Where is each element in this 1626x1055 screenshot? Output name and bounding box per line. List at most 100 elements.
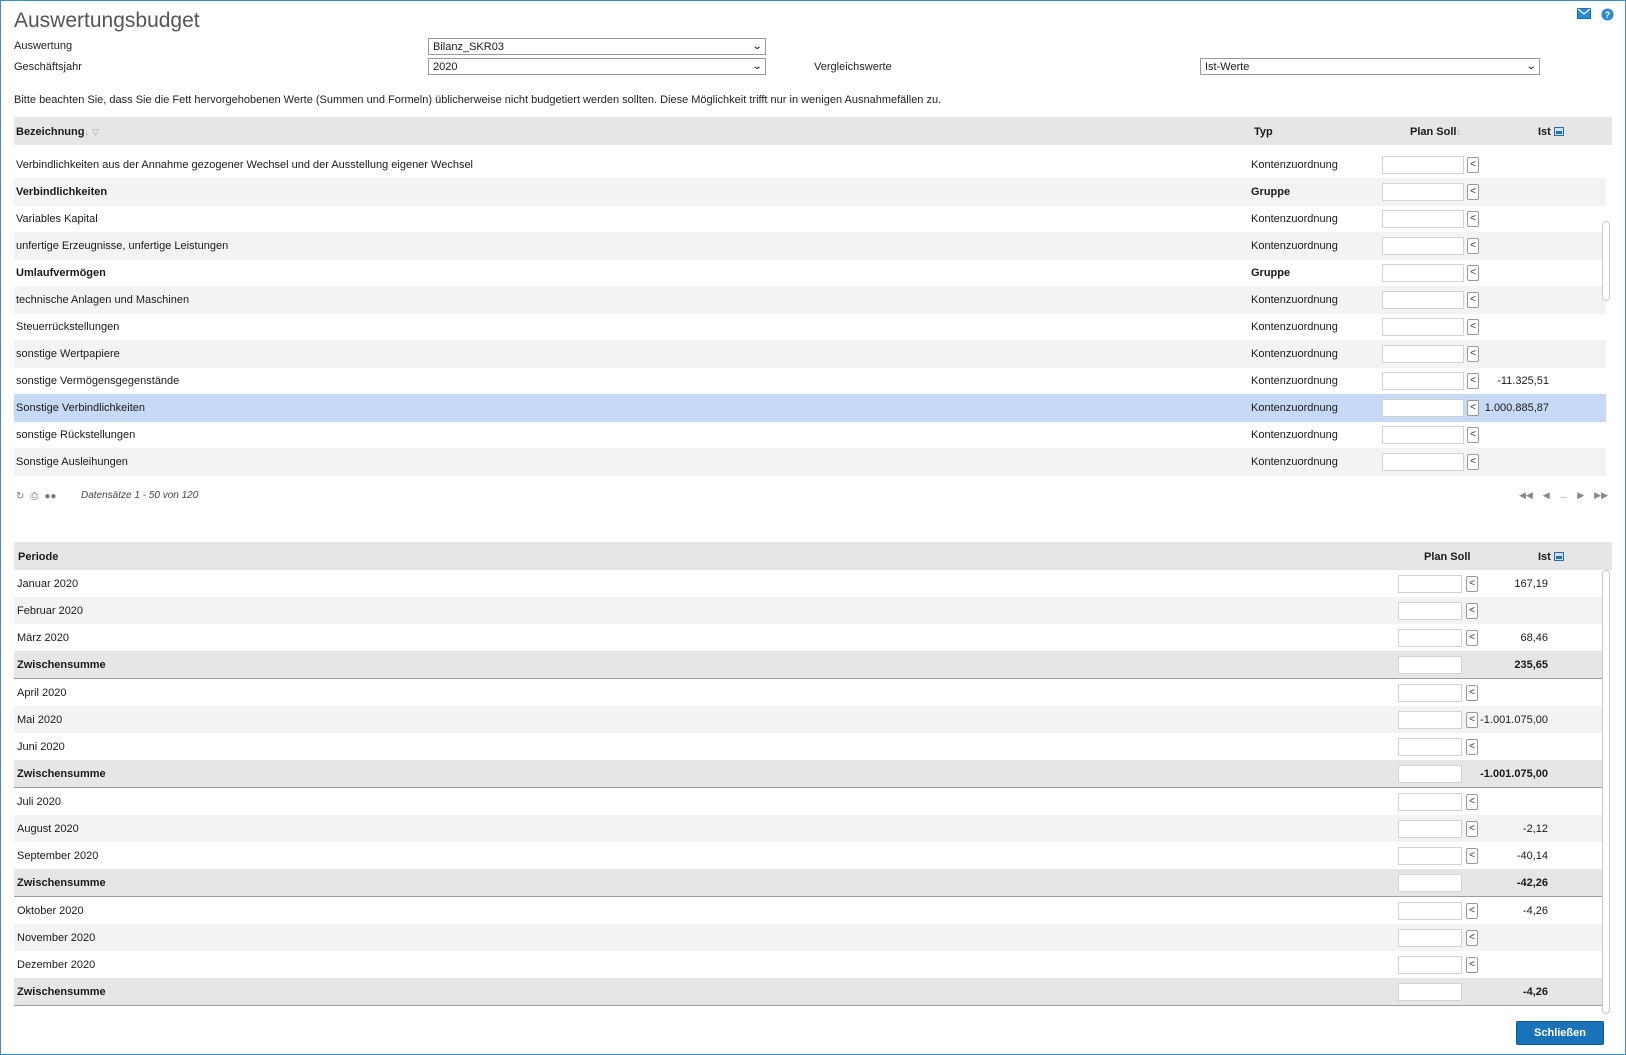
- table-row[interactable]: Dezember 2020 <: [14, 951, 1606, 978]
- plan-soll-input[interactable]: [1382, 183, 1464, 201]
- copy-ist-button[interactable]: <: [1466, 821, 1478, 837]
- copy-ist-button[interactable]: <: [1467, 265, 1479, 281]
- column-header-ist[interactable]: Ist: [1538, 551, 1564, 563]
- refresh-icon[interactable]: ↻: [16, 491, 24, 502]
- copy-ist-button[interactable]: <: [1466, 712, 1478, 728]
- help-icon[interactable]: ?: [1601, 8, 1614, 21]
- export-icon[interactable]: [1553, 127, 1564, 136]
- copy-ist-button[interactable]: <: [1466, 930, 1478, 946]
- column-header-plan-soll[interactable]: Plan Soll: [1424, 551, 1470, 563]
- column-header-periode[interactable]: Periode: [18, 551, 58, 563]
- copy-ist-button[interactable]: <: [1466, 739, 1478, 755]
- copy-ist-button[interactable]: <: [1467, 400, 1479, 416]
- column-header-plan-soll[interactable]: Plan Soll↕: [1410, 126, 1461, 138]
- plan-soll-input[interactable]: [1398, 956, 1462, 974]
- vergleichswerte-select[interactable]: Ist-Werte ⌄: [1200, 58, 1540, 75]
- copy-ist-button[interactable]: <: [1466, 685, 1478, 701]
- copy-ist-button[interactable]: <: [1467, 238, 1479, 254]
- copy-ist-button[interactable]: <: [1467, 346, 1479, 362]
- plan-soll-input[interactable]: [1398, 847, 1462, 865]
- plan-soll-input[interactable]: [1382, 426, 1464, 444]
- table-row[interactable]: sonstige Vermögensgegenstände Kontenzuord…: [14, 367, 1606, 395]
- table-row[interactable]: Juli 2020 <: [14, 788, 1606, 815]
- plan-soll-input[interactable]: [1382, 156, 1464, 174]
- copy-ist-button[interactable]: <: [1467, 373, 1479, 389]
- table-row[interactable]: August 2020 < -2,12: [14, 815, 1606, 842]
- copy-ist-button[interactable]: <: [1466, 576, 1478, 592]
- table-row[interactable]: November 2020 <: [14, 924, 1606, 951]
- table-row[interactable]: September 2020 < -40,14: [14, 842, 1606, 869]
- copy-ist-button[interactable]: <: [1467, 427, 1479, 443]
- table-row[interactable]: Januar 2020 <167,19: [14, 570, 1606, 597]
- table-row[interactable]: Oktober 2020 < -4,26: [14, 897, 1606, 924]
- auswertung-select[interactable]: Bilanz_SKR03 ⌄: [428, 38, 766, 55]
- plan-soll-input[interactable]: [1398, 575, 1462, 593]
- plan-soll-input[interactable]: [1398, 929, 1462, 947]
- table-row[interactable]: technische Anlagen und Maschinen Kontenzu…: [14, 286, 1606, 314]
- copy-ist-button[interactable]: <: [1466, 848, 1478, 864]
- plan-soll-input[interactable]: [1382, 372, 1464, 390]
- subtotal-row[interactable]: Zwischensumme -4,26: [14, 978, 1606, 1006]
- copy-ist-button[interactable]: <: [1466, 794, 1478, 810]
- column-header-bezeichnung[interactable]: Bezeichnung↓ ▽: [16, 126, 99, 138]
- plan-soll-input[interactable]: [1398, 711, 1462, 729]
- table-row[interactable]: Juni 2020 <: [14, 733, 1606, 760]
- first-page-icon[interactable]: ◀◀: [1519, 490, 1533, 501]
- column-header-typ[interactable]: Typ: [1254, 126, 1273, 138]
- copy-ist-button[interactable]: <: [1467, 211, 1479, 227]
- table-row[interactable]: Mai 2020 < -1.001.075,00: [14, 706, 1606, 733]
- copy-ist-button[interactable]: <: [1467, 157, 1479, 173]
- table-row[interactable]: Steuerrückstellungen Kontenzuordnung <: [14, 313, 1606, 341]
- plan-soll-input[interactable]: [1398, 629, 1462, 647]
- plan-soll-input[interactable]: [1382, 264, 1464, 282]
- geschaeftsjahr-select[interactable]: 2020 ⌄: [428, 58, 766, 75]
- table-row[interactable]: Februar 2020 <: [14, 597, 1606, 624]
- next-page-icon[interactable]: ▶: [1577, 490, 1584, 501]
- grid-scrollbar[interactable]: [1602, 221, 1610, 301]
- subtotal-row[interactable]: Zwischensumme 235,65: [14, 651, 1606, 679]
- previous-page-icon[interactable]: ◀: [1543, 490, 1550, 501]
- plan-soll-input[interactable]: [1382, 237, 1464, 255]
- last-page-icon[interactable]: ▶▶: [1594, 490, 1608, 501]
- plan-soll-input[interactable]: [1382, 345, 1464, 363]
- column-header-ist[interactable]: Ist: [1538, 126, 1564, 138]
- copy-ist-button[interactable]: <: [1467, 184, 1479, 200]
- plan-soll-input[interactable]: [1398, 738, 1462, 756]
- table-row[interactable]: sonstige Wertpapiere Kontenzuordnung <: [14, 340, 1606, 368]
- table-row[interactable]: Sonstige Verbindlichkeiten Kontenzuordnun…: [14, 394, 1606, 422]
- plan-soll-input[interactable]: [1398, 902, 1462, 920]
- table-row[interactable]: sonstige Rückstellungen Kontenzuordnung <: [14, 421, 1606, 449]
- sort-icon[interactable]: ↕: [1456, 127, 1461, 137]
- subtotal-row[interactable]: Zwischensumme -42,26: [14, 869, 1606, 897]
- mail-icon[interactable]: [1577, 8, 1591, 21]
- table-row[interactable]: unfertige Erzeugnisse, unfertige Leistun…: [14, 232, 1606, 260]
- table-row[interactable]: Variables Kapital Kontenzuordnung <: [14, 205, 1606, 233]
- plan-soll-input[interactable]: [1382, 291, 1464, 309]
- filter-icon[interactable]: ▽: [92, 127, 99, 137]
- plan-soll-input[interactable]: [1382, 210, 1464, 228]
- close-button[interactable]: Schließen: [1516, 1021, 1604, 1045]
- table-row[interactable]: Sonstige Ausleihungen Kontenzuordnung <: [14, 448, 1606, 476]
- copy-ist-button[interactable]: <: [1466, 903, 1478, 919]
- plan-soll-input[interactable]: [1398, 793, 1462, 811]
- plan-soll-input[interactable]: [1398, 684, 1462, 702]
- grid-scrollbar[interactable]: [1602, 570, 1610, 1014]
- export-icon[interactable]: [1553, 552, 1564, 561]
- sort-icon[interactable]: ↓: [84, 127, 89, 137]
- table-row[interactable]: Verbindlichkeiten aus der Annahme gezoge…: [14, 151, 1606, 179]
- table-row[interactable]: Verbindlichkeiten Gruppe <: [14, 178, 1606, 206]
- plan-soll-input[interactable]: [1382, 399, 1464, 417]
- copy-ist-button[interactable]: <: [1467, 292, 1479, 308]
- copy-ist-button[interactable]: <: [1466, 957, 1478, 973]
- table-row[interactable]: Umlaufvermögen Gruppe <: [14, 259, 1606, 287]
- copy-ist-button[interactable]: <: [1466, 630, 1478, 646]
- copy-ist-button[interactable]: <: [1467, 454, 1479, 470]
- copy-ist-button[interactable]: <: [1467, 319, 1479, 335]
- print-icon[interactable]: ⎙: [30, 491, 38, 502]
- table-row[interactable]: April 2020 <: [14, 679, 1606, 706]
- plan-soll-input[interactable]: [1382, 318, 1464, 336]
- copy-ist-button[interactable]: <: [1466, 603, 1478, 619]
- plan-soll-input[interactable]: [1398, 820, 1462, 838]
- plan-soll-input[interactable]: [1382, 453, 1464, 471]
- plan-soll-input[interactable]: [1398, 602, 1462, 620]
